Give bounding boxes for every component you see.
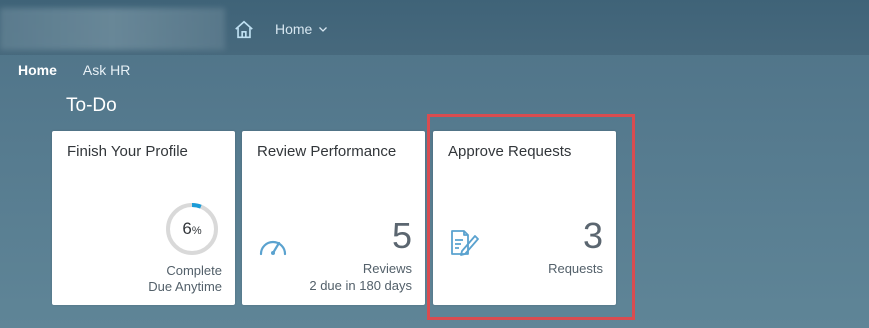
tile-subtitle-line1: Reviews [362,261,412,276]
tile-review-performance[interactable]: Review Performance 5 Reviews 2 due in 18… [242,131,425,305]
tile-approve-requests[interactable]: Approve Requests 3 Requests [433,131,616,305]
gauge-icon [259,240,287,256]
top-header-bar: Home [0,0,869,55]
nav-item-ask-hr[interactable]: Ask HR [83,62,130,78]
request-count: 3 [582,215,603,256]
tile-title: Approve Requests [448,143,572,160]
tile-finish-your-profile[interactable]: Finish Your Profile 6% Complete Due Anyt… [52,131,235,305]
nav-item-home[interactable]: Home [18,62,57,78]
home-menu-label: Home [275,21,313,37]
home-icon[interactable] [233,19,255,41]
progress-value: 6% [164,201,220,257]
tile-subtitle-line1: Requests [548,261,603,276]
tile-title: Review Performance [257,143,397,160]
top-nav: Home Ask HR [18,62,130,78]
document-edit-icon [451,230,479,256]
section-title: To-Do [66,95,117,116]
tile-subtitle-line2: Due Anytime [148,279,222,294]
review-count: 5 [391,215,412,256]
tile-title: Finish Your Profile [67,143,188,160]
progress-unit: % [191,225,202,237]
tile-subtitle-line2: 2 due in 180 days [309,278,412,293]
chevron-down-icon [319,27,328,32]
home-menu-dropdown[interactable]: Home [275,21,328,37]
company-logo [0,8,225,50]
progress-number: 6 [182,219,192,238]
tile-subtitle-line1: Complete [166,263,222,278]
